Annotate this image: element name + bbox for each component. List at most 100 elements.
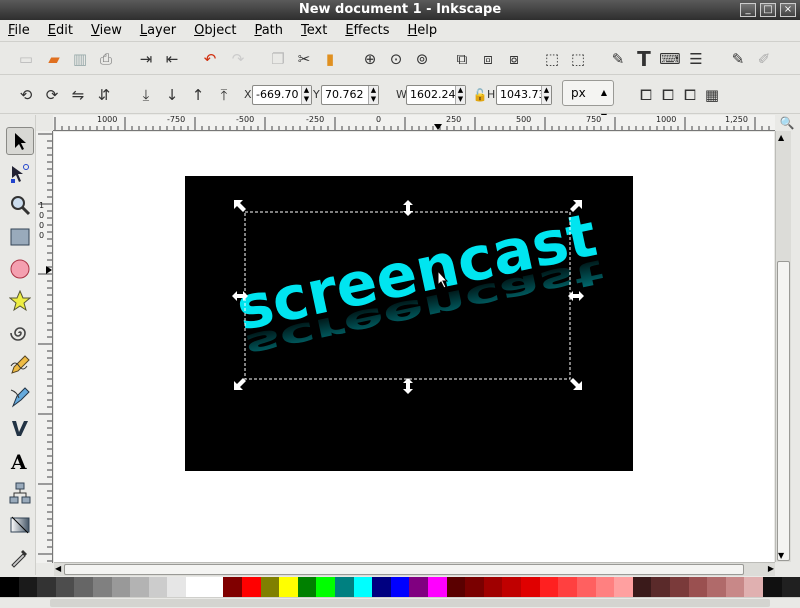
color-swatch[interactable] xyxy=(167,577,187,597)
rotate-ccw-icon[interactable]: ⟲ xyxy=(16,85,36,105)
lower-to-bottom-icon[interactable]: ⤓ xyxy=(136,85,156,105)
undo-icon[interactable]: ↶ xyxy=(200,49,220,69)
flip-horizontal-icon[interactable]: ⇋ xyxy=(68,85,88,105)
duplicate-icon[interactable]: ⧉ xyxy=(452,49,472,69)
menu-text[interactable]: Text xyxy=(301,23,327,38)
minimize-button[interactable]: _ xyxy=(740,3,756,17)
color-swatch[interactable] xyxy=(260,577,280,597)
raise-icon[interactable]: ↑ xyxy=(188,85,208,105)
text-tool-icon[interactable]: A xyxy=(6,447,34,475)
color-swatch[interactable] xyxy=(688,577,708,597)
color-swatch[interactable] xyxy=(725,577,745,597)
color-swatch[interactable] xyxy=(502,577,522,597)
canvas[interactable]: screencast screencast xyxy=(54,132,774,562)
color-swatch[interactable] xyxy=(744,577,763,597)
print-icon[interactable]: ⎙ xyxy=(96,49,116,69)
node-tool-icon[interactable] xyxy=(6,159,34,187)
color-swatch[interactable] xyxy=(521,577,540,597)
vertical-scroll-thumb[interactable] xyxy=(777,261,790,561)
rotate-cw-icon[interactable]: ⟳ xyxy=(42,85,62,105)
color-swatch[interactable] xyxy=(595,577,615,597)
raise-to-top-icon[interactable]: ⤒ xyxy=(214,85,234,105)
pencil-tool-icon[interactable] xyxy=(6,351,34,379)
color-swatch[interactable] xyxy=(334,577,354,597)
color-swatch[interactable] xyxy=(762,577,782,597)
zoom-drawing-icon[interactable]: ⊙ xyxy=(386,49,406,69)
color-swatch[interactable] xyxy=(632,577,652,597)
clone-icon[interactable]: ⧈ xyxy=(478,49,498,69)
color-swatch[interactable] xyxy=(18,577,38,597)
copy-icon[interactable]: ❐ xyxy=(268,49,288,69)
scroll-left-icon[interactable]: ◀ xyxy=(55,564,61,573)
palette-scroll-thumb[interactable] xyxy=(50,599,770,607)
menu-effects[interactable]: Effects xyxy=(345,23,389,38)
color-swatch[interactable] xyxy=(55,577,75,597)
import-icon[interactable]: ⇥ xyxy=(136,49,156,69)
color-swatch[interactable] xyxy=(0,577,19,597)
menu-layer[interactable]: Layer xyxy=(140,23,176,38)
ellipse-tool-icon[interactable] xyxy=(6,255,34,283)
color-swatch[interactable] xyxy=(465,577,484,597)
cut-icon[interactable]: ✂ xyxy=(294,49,314,69)
scale-stroke-icon[interactable]: ⧠ xyxy=(636,85,656,105)
xml-editor-icon[interactable]: ⌨ xyxy=(659,49,681,69)
color-swatch[interactable] xyxy=(428,577,447,597)
zoom-selection-icon[interactable]: ⊕ xyxy=(360,49,380,69)
scroll-right-icon[interactable]: ▶ xyxy=(768,564,774,573)
flip-vertical-icon[interactable]: ⇵ xyxy=(94,85,114,105)
menu-object[interactable]: Object xyxy=(194,23,236,38)
ungroup-icon[interactable]: ⬚ xyxy=(568,49,588,69)
unit-select[interactable]: px▲▼ xyxy=(562,80,614,121)
color-swatch[interactable] xyxy=(781,577,800,597)
color-swatch[interactable] xyxy=(279,577,298,597)
export-icon[interactable]: ⇤ xyxy=(162,49,182,69)
color-swatch[interactable] xyxy=(204,577,224,597)
color-swatch[interactable] xyxy=(707,577,726,597)
menu-path[interactable]: Path xyxy=(254,23,283,38)
menu-edit[interactable]: Edit xyxy=(48,23,73,38)
color-swatch[interactable] xyxy=(558,577,577,597)
fill-stroke-icon[interactable]: ✎ xyxy=(608,49,628,69)
maximize-button[interactable]: □ xyxy=(760,3,776,17)
color-swatch[interactable] xyxy=(576,577,596,597)
color-swatch[interactable] xyxy=(446,577,466,597)
color-swatch[interactable] xyxy=(37,577,56,597)
x-input[interactable]: -669.70 ▲ ▼ xyxy=(252,85,312,105)
color-swatch[interactable] xyxy=(297,577,317,597)
color-swatch[interactable] xyxy=(614,577,633,597)
group-icon[interactable]: ⬚ xyxy=(542,49,562,69)
scroll-down-icon[interactable]: ▼ xyxy=(778,551,784,560)
scroll-up-icon[interactable]: ▲ xyxy=(778,133,784,142)
preferences-icon[interactable]: ✎ xyxy=(728,49,748,69)
color-swatch[interactable] xyxy=(130,577,149,597)
color-swatch[interactable] xyxy=(223,577,242,597)
color-swatch[interactable] xyxy=(483,577,503,597)
zoom-corner-icon[interactable]: 🔍 xyxy=(776,115,798,131)
color-swatch[interactable] xyxy=(74,577,94,597)
color-swatch[interactable] xyxy=(186,577,205,597)
paste-icon[interactable]: ▮ xyxy=(320,49,340,69)
rectangle-tool-icon[interactable] xyxy=(6,223,34,251)
open-folder-icon[interactable]: ▰ xyxy=(44,49,64,69)
color-swatch[interactable] xyxy=(372,577,391,597)
menu-file[interactable]: File xyxy=(8,23,30,38)
close-button[interactable]: × xyxy=(780,3,796,17)
vertical-scrollbar[interactable]: ▲ ▼ xyxy=(775,131,791,562)
dropper-tool-icon[interactable] xyxy=(6,543,34,571)
height-input[interactable]: 1043.73 ▲ ▼ xyxy=(496,85,552,105)
color-swatch[interactable] xyxy=(241,577,261,597)
new-document-icon[interactable]: ▭ xyxy=(16,49,36,69)
selector-tool-icon[interactable] xyxy=(6,127,34,155)
star-tool-icon[interactable] xyxy=(6,287,34,315)
horizontal-scrollbar[interactable]: ◀ ▶ xyxy=(54,562,775,576)
spiral-tool-icon[interactable] xyxy=(6,319,34,347)
color-swatch[interactable] xyxy=(539,577,559,597)
calligraphy-tool-icon[interactable] xyxy=(6,415,34,443)
color-swatch[interactable] xyxy=(651,577,670,597)
menu-view[interactable]: View xyxy=(91,23,122,38)
color-swatch[interactable] xyxy=(316,577,335,597)
y-input[interactable]: 70.762 ▲ ▼ xyxy=(321,85,379,105)
color-swatch[interactable] xyxy=(93,577,112,597)
color-swatch[interactable] xyxy=(111,577,131,597)
doc-properties-icon[interactable]: ✐ xyxy=(754,49,774,69)
